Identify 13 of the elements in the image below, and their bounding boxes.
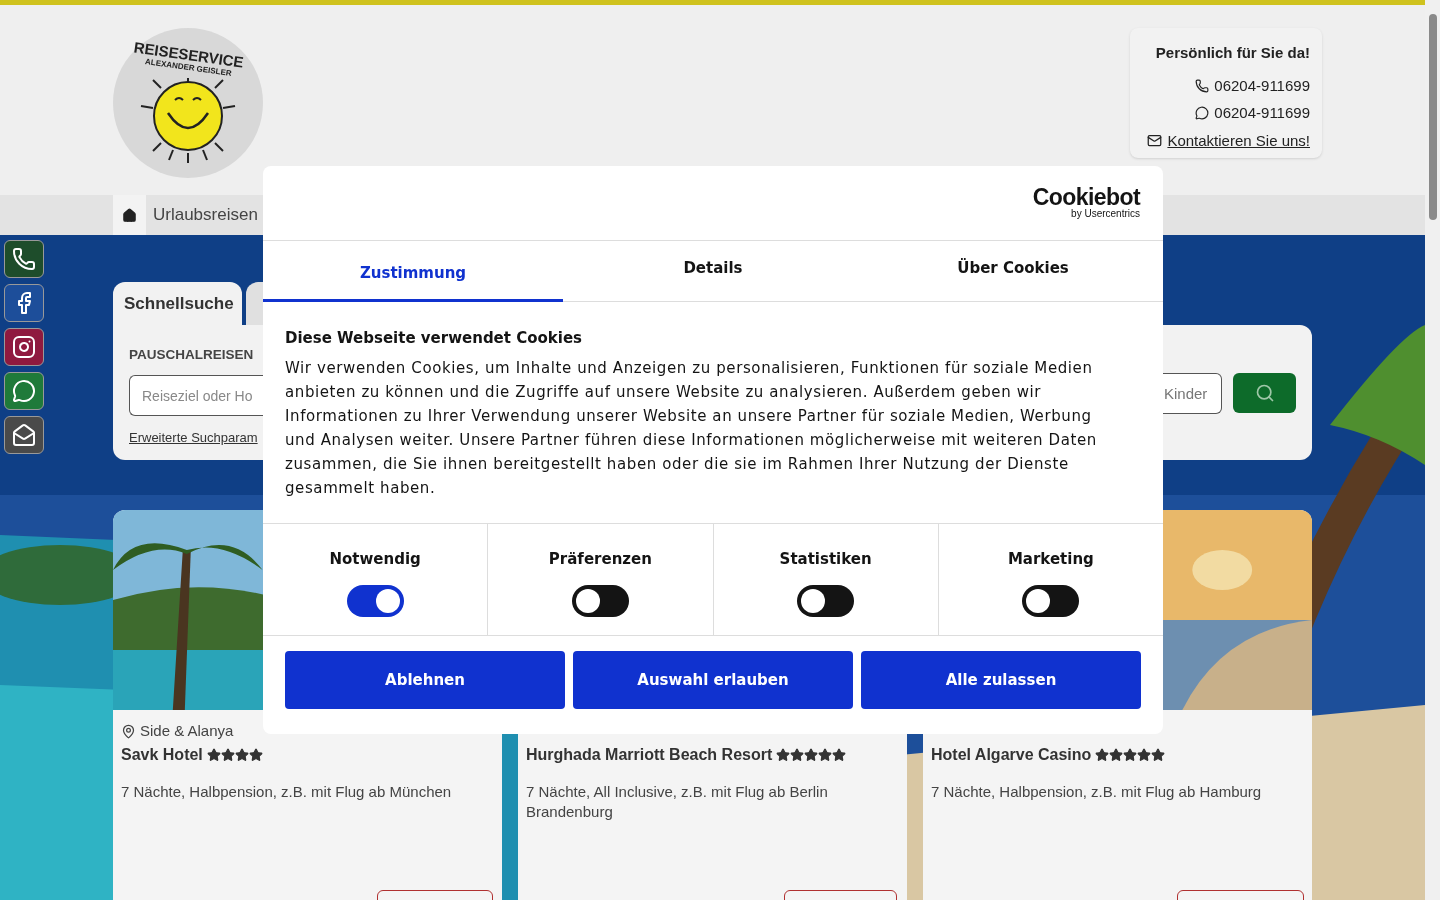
home-icon — [122, 207, 137, 223]
whatsapp-number: 06204-911699 — [1214, 103, 1310, 123]
mail-icon — [1147, 133, 1163, 149]
home-button[interactable] — [113, 195, 146, 235]
contact-link[interactable]: Kontaktieren Sie uns! — [1167, 129, 1310, 152]
whatsapp-icon — [1195, 106, 1210, 121]
cookiebot-logo: Cookiebot — [1032, 186, 1140, 208]
phone-number: 06204-911699 — [1214, 75, 1310, 96]
nav-menu-item[interactable]: Urlaubsreisen — [146, 195, 265, 235]
contact-heading: Persönlich für Sie da! — [1155, 43, 1310, 63]
scrollbar[interactable] — [1425, 0, 1440, 900]
brand-byline: by Usercentrics — [1071, 208, 1140, 220]
phone-icon — [1195, 78, 1210, 93]
